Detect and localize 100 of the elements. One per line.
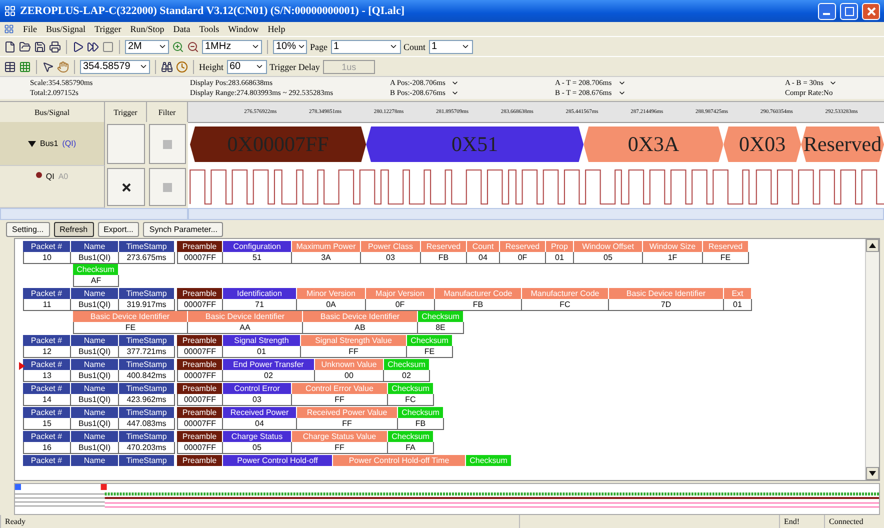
toolbar-button[interactable]: Synch Parameter... — [143, 222, 224, 236]
maximize-icon[interactable] — [844, 6, 854, 16]
height-dropdown[interactable]: 60 — [226, 60, 266, 74]
field-value: FC — [522, 299, 609, 311]
dropdown-icon[interactable] — [829, 79, 838, 87]
close-button[interactable] — [862, 2, 880, 20]
trigger-delay-label: Trigger Delay — [270, 62, 320, 72]
toolbar-button[interactable]: Export... — [98, 222, 140, 236]
column-value: 319.917ms — [119, 299, 175, 311]
column-label: Name — [71, 407, 119, 418]
field-value: AA — [188, 322, 303, 334]
column-label: TimeStamp — [119, 383, 175, 394]
play-icon[interactable] — [72, 40, 84, 52]
field-label: Preamble — [177, 288, 223, 299]
field-label: Checksum — [407, 335, 453, 346]
zoom-in-icon[interactable] — [172, 40, 184, 52]
field-label: End Power Transfer — [223, 359, 315, 370]
field-label: Signal Strength Value — [301, 335, 407, 346]
maximize-button[interactable] — [840, 2, 858, 20]
square-icon — [163, 140, 172, 148]
field-label: Identification — [223, 288, 297, 299]
field-label: Received Power Value — [297, 407, 398, 418]
vertical-scrollbar[interactable] — [865, 239, 879, 480]
field-value: FF — [301, 346, 407, 358]
menu-item[interactable]: Help — [268, 24, 286, 34]
zoom-out-icon[interactable] — [187, 40, 199, 52]
field-label: Reserved — [703, 241, 749, 252]
menu-item[interactable]: Data — [173, 24, 190, 34]
field-label: Preamble — [177, 335, 223, 346]
grid-icon[interactable] — [19, 60, 31, 72]
field-value: AB — [303, 322, 418, 334]
expand-triangle-icon[interactable] — [28, 140, 36, 148]
frequency-dropdown[interactable]: 1MHz — [202, 40, 262, 54]
column-label: Name — [71, 359, 119, 370]
minimize-button[interactable] — [818, 2, 836, 20]
binoculars-icon[interactable] — [161, 60, 173, 72]
buffer-dropdown[interactable]: 2M — [125, 40, 169, 54]
table-icon[interactable] — [4, 60, 16, 72]
menu-item[interactable]: Bus/Signal — [46, 24, 86, 34]
save-icon[interactable] — [34, 40, 46, 52]
dropdown-icon[interactable] — [451, 89, 460, 97]
close-icon[interactable] — [866, 6, 876, 16]
count-dropdown[interactable]: 1 — [428, 40, 473, 54]
new-file-icon[interactable] — [4, 40, 16, 52]
menu-item[interactable]: File — [23, 24, 38, 34]
field-label: Basic Device Identifier — [303, 311, 418, 322]
horizontal-scrollbar[interactable] — [188, 208, 884, 220]
field-value: 00007FF — [177, 418, 223, 430]
field-value: 00007FF — [177, 394, 223, 406]
column-label: TimeStamp — [119, 335, 175, 346]
bus-segment: 0X03 — [723, 126, 802, 162]
dropdown-icon[interactable] — [618, 79, 626, 87]
scroll-down-button[interactable] — [866, 467, 879, 480]
toolbar-button[interactable]: Setting... — [6, 222, 50, 236]
column-value: 11 — [23, 299, 71, 311]
field-label: Basic Device Identifier — [188, 311, 303, 322]
column-label: TimeStamp — [119, 241, 175, 252]
folder-icon[interactable] — [19, 40, 31, 52]
field-label: Configuration — [223, 241, 292, 252]
column-label: TimeStamp — [119, 431, 175, 442]
column-label: Name — [71, 431, 119, 442]
field-label: Ext — [724, 288, 752, 299]
clock-icon[interactable] — [176, 60, 188, 72]
dot-icon — [36, 172, 42, 178]
column-label: Packet # — [23, 241, 71, 252]
field-value: FF — [292, 442, 388, 454]
scale-dropdown[interactable]: 354.58579 — [80, 60, 150, 74]
down-arrow-icon[interactable] — [869, 471, 876, 476]
page-dropdown[interactable]: 1 — [330, 40, 400, 54]
column-label: Packet # — [23, 383, 71, 394]
pointer-icon[interactable] — [42, 60, 54, 72]
bus-row[interactable]: Bus1 (QI) — [0, 122, 105, 166]
horizontal-scrollbar[interactable] — [0, 208, 188, 220]
field-label: Power Control Hold-off Time — [333, 455, 466, 466]
field-value: 00007FF — [177, 252, 223, 264]
menu-item[interactable]: Run/Stop — [130, 24, 164, 34]
column-label: Name — [71, 241, 119, 252]
dropdown-icon[interactable] — [451, 79, 460, 87]
column-value: 447.083ms — [119, 418, 175, 430]
field-label: Control Error Value — [292, 383, 388, 394]
menu-item[interactable]: Tools — [199, 24, 220, 34]
field-value: 01 — [724, 299, 752, 311]
trigger-x-icon[interactable] — [107, 168, 145, 206]
column-label: Packet # — [23, 335, 71, 346]
field-label: Power Class — [361, 241, 421, 252]
zoom-dropdown[interactable]: 10% — [273, 40, 307, 54]
field-label: Preamble — [177, 383, 223, 394]
print-icon[interactable] — [49, 40, 61, 52]
signal-row[interactable]: QI A0 — [0, 166, 105, 208]
scroll-up-button[interactable] — [866, 239, 879, 252]
column-value: 15 — [23, 418, 71, 430]
field-label: Reserved — [421, 241, 467, 252]
toolbar-button[interactable]: Refresh — [54, 222, 94, 236]
dropdown-icon[interactable] — [618, 89, 626, 97]
field-value: FC — [388, 394, 434, 406]
menu-item[interactable]: Trigger — [94, 24, 122, 34]
column-label: Name — [71, 455, 119, 466]
fast-forward-icon[interactable] — [87, 40, 99, 52]
up-arrow-icon[interactable] — [869, 243, 876, 248]
menu-item[interactable]: Window — [228, 24, 259, 34]
